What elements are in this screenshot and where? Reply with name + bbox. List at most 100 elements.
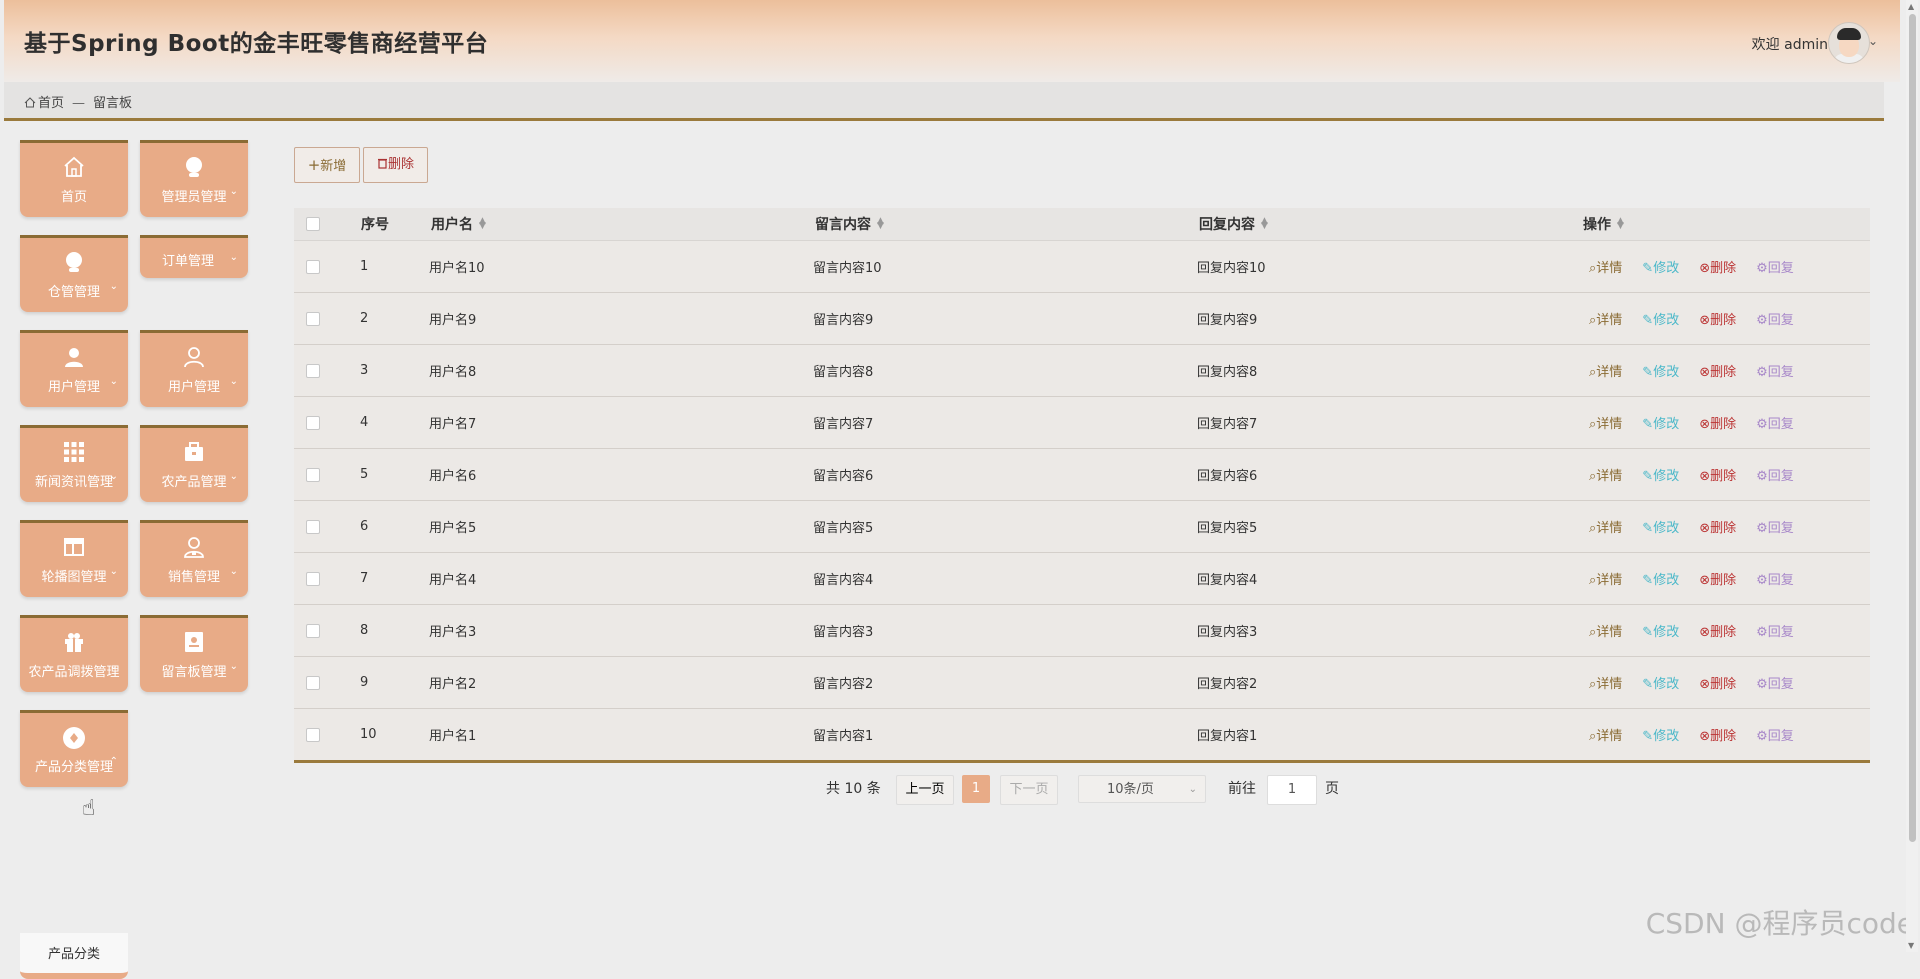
sidebar-item-users-2[interactable]: 用户管理 ⌄ [140,330,248,407]
detail-button[interactable]: ⌕详情 [1589,361,1622,380]
prev-page-button[interactable]: 上一页 [896,775,954,805]
page-size-select[interactable]: 10条/页 ⌄ [1078,775,1206,803]
detail-button[interactable]: ⌕详情 [1589,257,1622,276]
reply-button[interactable]: ⚙回复 [1756,517,1794,536]
edit-button[interactable]: ✎修改 [1642,621,1679,640]
sort-icon[interactable]: ▲ ▼ [1617,217,1625,231]
detail-button[interactable]: ⌕详情 [1589,517,1622,536]
edit-icon: ✎ [1642,417,1654,432]
scroll-up-icon[interactable]: ▲ [1908,2,1914,11]
detail-button[interactable]: ⌕详情 [1589,673,1622,692]
detail-button[interactable]: ⌕详情 [1589,413,1622,432]
reply-button[interactable]: ⚙回复 [1756,725,1794,744]
chevron-down-icon: ⌄ [229,566,238,577]
page-number-current[interactable]: 1 [962,775,990,803]
edit-icon: ✎ [1642,313,1654,328]
message-table: 序号 用户名 ▲ ▼ 留言内容 ▲ ▼ 回复内容 ▲ ▼ 操作 ▲ ▼ 1 用户名10 留言内容10… [294,208,1870,763]
edit-button[interactable]: ✎修改 [1642,413,1679,432]
row-delete-button[interactable]: ⊗删除 [1699,361,1736,380]
cell-reply: 回复内容8 [1197,365,1258,380]
edit-button[interactable]: ✎修改 [1642,517,1679,536]
breadcrumb-home[interactable]: 首页 [38,96,64,111]
detail-button[interactable]: ⌕详情 [1589,569,1622,588]
row-delete-button[interactable]: ⊗删除 [1699,621,1736,640]
row-delete-button[interactable]: ⊗删除 [1699,569,1736,588]
watermark: CSDN @程序员code [1645,907,1914,940]
column-header-label: 回复内容 [1199,217,1255,233]
sidebar-item-sales[interactable]: 销售管理 ⌄ [140,520,248,597]
select-all-checkbox[interactable] [306,208,320,240]
reply-button[interactable]: ⚙回复 [1756,569,1794,588]
next-page-button[interactable]: 下一页 [1000,775,1058,805]
sidebar-item-transfer[interactable]: 农产品调拨管理 ⌄ [20,615,128,692]
submenu-category[interactable]: 产品分类 [20,933,128,979]
sort-icon[interactable]: ▲ ▼ [877,217,885,231]
edit-button[interactable]: ✎修改 [1642,361,1679,380]
layout-icon [64,538,84,556]
edit-button[interactable]: ✎修改 [1642,257,1679,276]
detail-button[interactable]: ⌕详情 [1589,725,1622,744]
chevron-down-icon[interactable]: ⌄ [1868,34,1878,48]
avatar[interactable] [1828,22,1870,64]
reply-button[interactable]: ⚙回复 [1756,621,1794,640]
sort-icon[interactable]: ▲ ▼ [1261,217,1269,231]
goto-page-input[interactable]: 1 [1267,775,1317,805]
sidebar-item-home[interactable]: 首页 [20,140,128,217]
sort-icon[interactable]: ▲ ▼ [479,217,487,231]
row-delete-button[interactable]: ⊗删除 [1699,413,1736,432]
edit-button[interactable]: ✎修改 [1642,465,1679,484]
edit-button[interactable]: ✎修改 [1642,725,1679,744]
reply-button[interactable]: ⚙回复 [1756,413,1794,432]
add-button[interactable]: +新增 [294,147,360,183]
page-scrollbar[interactable]: ▲ ▼ [1906,0,1918,952]
sidebar-item-warehouse[interactable]: 仓管管理 ⌄ [20,235,128,312]
scrollbar-thumb[interactable] [1909,14,1916,842]
row-delete-button[interactable]: ⊗删除 [1699,725,1736,744]
sidebar-item-users[interactable]: 用户管理 ⌄ [20,330,128,407]
row-checkbox[interactable] [306,241,320,292]
edit-button[interactable]: ✎修改 [1642,309,1679,328]
detail-button[interactable]: ⌕详情 [1589,465,1622,484]
detail-button[interactable]: ⌕详情 [1589,309,1622,328]
user-badge-icon [184,537,204,558]
column-header-message[interactable]: 留言内容 ▲ ▼ [815,208,885,240]
sidebar-item-messageboard[interactable]: 留言板管理 ⌄ [140,615,248,692]
delete-button[interactable]: 删除 [363,147,428,183]
row-checkbox[interactable] [306,501,320,552]
row-delete-button[interactable]: ⊗删除 [1699,257,1736,276]
row-delete-button[interactable]: ⊗删除 [1699,465,1736,484]
gift-icon [65,633,83,652]
row-checkbox[interactable] [306,293,320,344]
column-header-actions[interactable]: 操作 ▲ ▼ [1583,208,1625,240]
row-delete-button[interactable]: ⊗删除 [1699,673,1736,692]
sidebar-item-admin[interactable]: 管理员管理 ⌄ [140,140,248,217]
row-checkbox[interactable] [306,397,320,448]
column-header-user[interactable]: 用户名 ▲ ▼ [431,208,487,240]
delete-label: 删除 [1710,625,1737,640]
row-checkbox[interactable] [306,345,320,396]
row-checkbox[interactable] [306,657,320,708]
reply-button[interactable]: ⚙回复 [1756,257,1794,276]
row-checkbox[interactable] [306,449,320,500]
edit-button[interactable]: ✎修改 [1642,569,1679,588]
reply-button[interactable]: ⚙回复 [1756,309,1794,328]
row-delete-button[interactable]: ⊗删除 [1699,309,1736,328]
reply-button[interactable]: ⚙回复 [1756,465,1794,484]
reply-button[interactable]: ⚙回复 [1756,361,1794,380]
table-row: 9 用户名2 留言内容2 回复内容2 ⌕详情 ✎修改 ⊗删除 ⚙回复 [294,657,1870,709]
row-checkbox[interactable] [306,709,320,760]
detail-button[interactable]: ⌕详情 [1589,621,1622,640]
row-checkbox[interactable] [306,605,320,656]
sidebar-item-products[interactable]: 农产品管理 ⌄ [140,425,248,502]
scroll-down-icon[interactable]: ▼ [1908,941,1914,950]
row-delete-button[interactable]: ⊗删除 [1699,517,1736,536]
reply-button[interactable]: ⚙回复 [1756,673,1794,692]
sidebar-item-orders[interactable]: 订单管理 ⌄ [140,235,248,278]
edit-button[interactable]: ✎修改 [1642,673,1679,692]
column-header-reply[interactable]: 回复内容 ▲ ▼ [1199,208,1269,240]
row-checkbox[interactable] [306,553,320,604]
sidebar-item-carousel[interactable]: 轮播图管理 ⌄ [20,520,128,597]
page-size-value: 10条/页 [1107,782,1154,797]
sidebar-item-news[interactable]: 新闻资讯管理 ⌄ [20,425,128,502]
edit-label: 修改 [1653,521,1680,536]
